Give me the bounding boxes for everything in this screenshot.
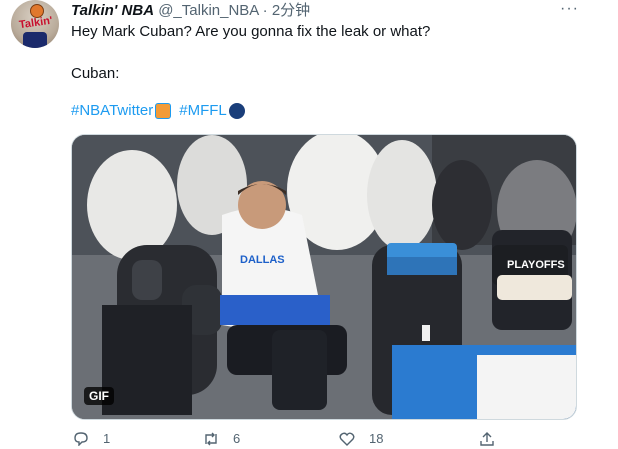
avatar[interactable]: Talkin' — [11, 0, 59, 48]
hashtags: #NBATwitter #MFFL — [71, 102, 249, 119]
tweet[interactable]: Talkin' Talkin' NBA @_Talkin_NBA · 2分钟 ·… — [0, 0, 618, 447]
hashtag-mffl[interactable]: #MFFL — [179, 102, 227, 119]
tweet-text-line-1: Hey Mark Cuban? Are you gonna fix the le… — [71, 23, 431, 40]
shirt-text: DALLAS — [240, 254, 285, 266]
timestamp[interactable]: 2分钟 — [272, 2, 310, 19]
gif-frame-illustration: PLAYOFFS DALLAS — [72, 135, 576, 419]
mavericks-hashflag-icon — [228, 102, 245, 119]
display-name[interactable]: Talkin' NBA — [71, 2, 154, 19]
gif-media[interactable]: PLAYOFFS DALLAS GIF — [71, 134, 577, 420]
more-horizontal-icon[interactable]: ··· — [560, 0, 579, 18]
action-bar: 1 6 18 — [71, 432, 511, 447]
playoffs-chair-text: PLAYOFFS — [507, 259, 565, 271]
tweet-header: Talkin' NBA @_Talkin_NBA · 2分钟 — [71, 2, 310, 20]
avatar-logo-text: Talkin' — [18, 14, 54, 32]
hashtag-nbatwitter[interactable]: #NBATwitter — [71, 102, 153, 119]
user-handle[interactable]: @_Talkin_NBA — [158, 2, 258, 19]
gif-badge: GIF — [84, 387, 114, 405]
separator: · — [262, 2, 268, 19]
tweet-text-line-2: Cuban: — [71, 65, 120, 82]
nba-basketball-hashflag-icon — [155, 102, 172, 119]
